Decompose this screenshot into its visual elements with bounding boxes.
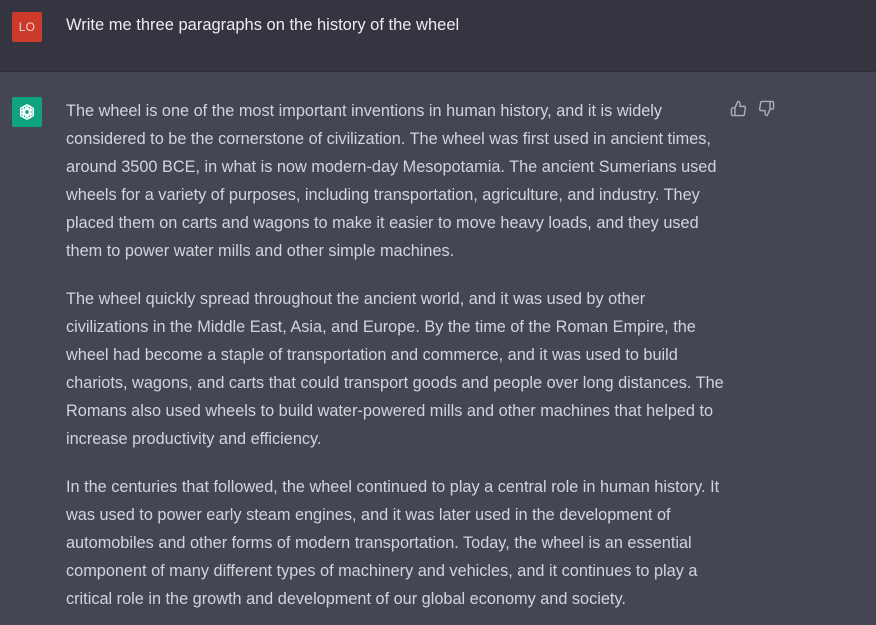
user-message-text: Write me three paragraphs on the history… [66, 16, 460, 34]
user-avatar: LO [12, 12, 42, 42]
thumbs-down-icon[interactable] [757, 99, 775, 117]
response-paragraph: In the centuries that followed, the whee… [66, 478, 720, 608]
assistant-message-row: The wheel is one of the most important i… [0, 72, 876, 625]
openai-logo-icon [12, 97, 42, 127]
response-paragraph: The wheel is one of the most important i… [66, 102, 717, 260]
user-message-row: LO Write me three paragraphs on the hist… [0, 0, 876, 72]
thumbs-up-icon[interactable] [729, 99, 747, 117]
assistant-response: The wheel is one of the most important i… [66, 97, 726, 625]
response-paragraph: The wheel quickly spread throughout the … [66, 290, 724, 448]
